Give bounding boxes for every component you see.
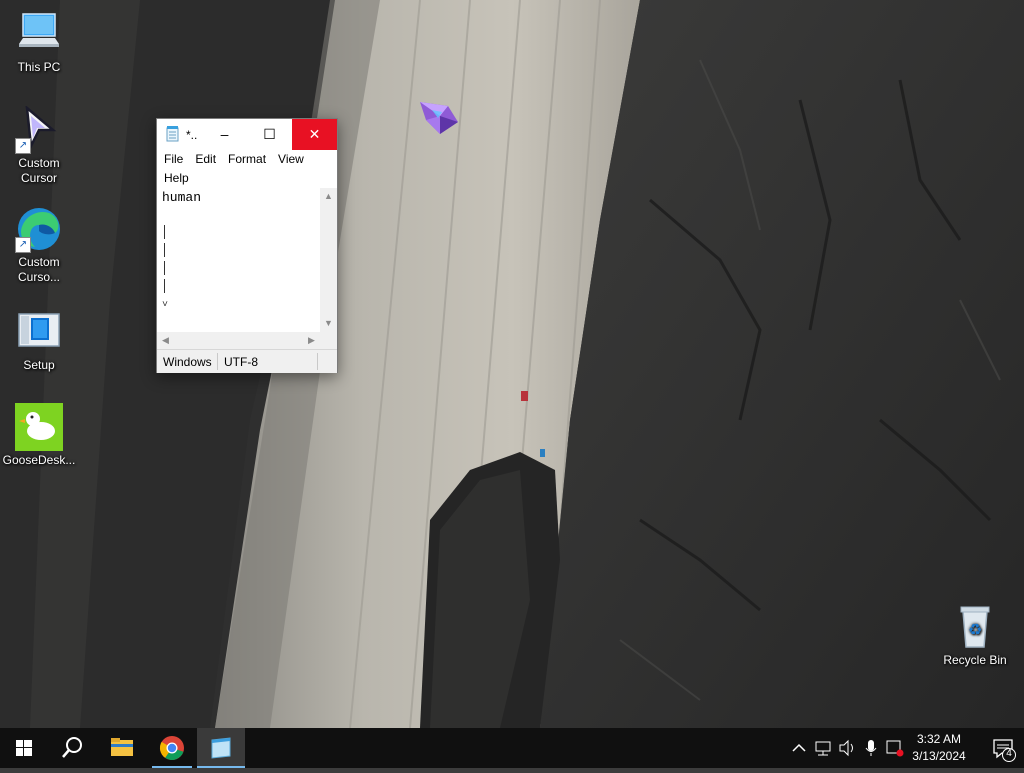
desktop-icon-recycle-bin[interactable]: ♻ Recycle Bin (937, 603, 1013, 668)
microphone-icon (865, 740, 877, 756)
menu-file[interactable]: File (157, 150, 188, 169)
status-separator (217, 353, 218, 370)
tray-recording[interactable] (884, 728, 906, 768)
desktop-icon-label: Custom Cursor (18, 156, 60, 185)
desktop-icon-goosedesktop[interactable]: GooseDesk... (1, 403, 77, 468)
horizontal-scrollbar[interactable]: ◀ ▶ (157, 332, 320, 349)
notepad-window[interactable]: *.. – ☐ ✕ File Edit Format View Help human ˅… (156, 118, 338, 373)
desktop-icon-label: Setup (23, 358, 55, 372)
goose-icon (15, 403, 63, 451)
menu-bar: File Edit Format View Help (157, 150, 337, 188)
clock-date: 3/13/2024 (912, 749, 966, 763)
taskbar-clock[interactable]: 3:32 AM 3/13/2024 (904, 731, 974, 765)
scroll-down-icon[interactable]: ▼ (320, 315, 337, 332)
edge-icon: ↗ (15, 205, 63, 253)
desktop-icon-this-pc[interactable]: This PC (1, 10, 77, 75)
status-line-ending: Windows (163, 355, 212, 369)
taskbar-notepad[interactable] (197, 728, 245, 768)
taskbar: 3:32 AM 3/13/2024 4 (0, 728, 1024, 768)
start-button[interactable] (0, 728, 48, 768)
desktop-icon-custom-cursor[interactable]: ↗ Custom Cursor (1, 105, 77, 186)
clock-time: 3:32 AM (916, 732, 962, 746)
menu-help[interactable]: Help (157, 169, 194, 188)
desktop-icon-label: Custom Curso... (17, 255, 60, 284)
desktop-icon-custom-cursor-edge[interactable]: ↗ Custom Curso... (1, 205, 77, 285)
show-hidden-icons-button[interactable] (788, 728, 810, 768)
network-icon (815, 741, 831, 756)
editor-content: human (162, 190, 202, 205)
scroll-left-icon[interactable]: ◀ (157, 332, 174, 349)
start-icon (16, 740, 32, 756)
tray-volume[interactable] (836, 728, 858, 768)
desktop-icon-label: Recycle Bin (943, 653, 1007, 667)
window-title: *.. (186, 128, 198, 142)
taskbar-chrome[interactable] (148, 728, 196, 768)
status-bar: Windows UTF-8 (157, 349, 337, 373)
file-explorer-icon (111, 738, 133, 756)
minimize-button[interactable]: – (202, 119, 247, 150)
desktop-icon-label: This PC (17, 60, 61, 74)
text-cursor-artifacts (164, 225, 168, 297)
action-center-button[interactable]: 4 (982, 728, 1024, 768)
scroll-up-icon[interactable]: ▲ (320, 188, 337, 205)
wallpaper-rock-image (0, 0, 1024, 728)
shortcut-arrow-icon: ↗ (15, 237, 31, 253)
menu-edit[interactable]: Edit (188, 150, 221, 169)
custom-cursor-icon: ↗ (15, 105, 63, 154)
screen-record-icon (886, 740, 904, 757)
setup-icon (15, 308, 63, 356)
chevron-up-icon (792, 743, 806, 752)
search-icon (62, 737, 82, 758)
notification-icon (993, 739, 1016, 762)
desktop-wallpaper (0, 0, 1024, 728)
speaker-icon (839, 739, 853, 757)
notepad-title-bar[interactable]: *.. – ☐ ✕ (157, 119, 337, 150)
search-button[interactable] (48, 728, 96, 768)
tray-microphone[interactable] (860, 728, 882, 768)
custom-cursor-gem-icon (418, 100, 460, 136)
notepad-icon (211, 737, 231, 759)
recycle-bin-icon: ♻ (951, 603, 999, 651)
chrome-icon (159, 736, 184, 760)
taskbar-file-explorer[interactable] (98, 728, 146, 768)
tray-network[interactable] (812, 728, 834, 768)
vertical-scrollbar[interactable]: ▲ ▼ (320, 188, 337, 332)
menu-format[interactable]: Format (221, 150, 271, 169)
scrollbar-corner (320, 332, 337, 349)
shortcut-arrow-icon: ↗ (15, 138, 31, 154)
desktop-icon-label: GooseDesk... (2, 453, 76, 467)
status-encoding: UTF-8 (224, 355, 258, 369)
scroll-right-icon[interactable]: ▶ (303, 332, 320, 349)
desktop-icon-setup[interactable]: Setup (1, 308, 77, 373)
notification-count-badge: 4 (1006, 748, 1012, 759)
status-separator (317, 353, 318, 370)
close-button[interactable]: ✕ (292, 119, 337, 150)
notepad-icon (166, 126, 179, 142)
chevron-down-icon: ˅ (162, 300, 169, 311)
this-pc-icon (15, 10, 63, 58)
svg-text:♻: ♻ (968, 620, 982, 639)
text-editor-area[interactable]: human ˅ (157, 188, 320, 332)
menu-view[interactable]: View (271, 150, 309, 169)
maximize-button[interactable]: ☐ (247, 119, 292, 150)
